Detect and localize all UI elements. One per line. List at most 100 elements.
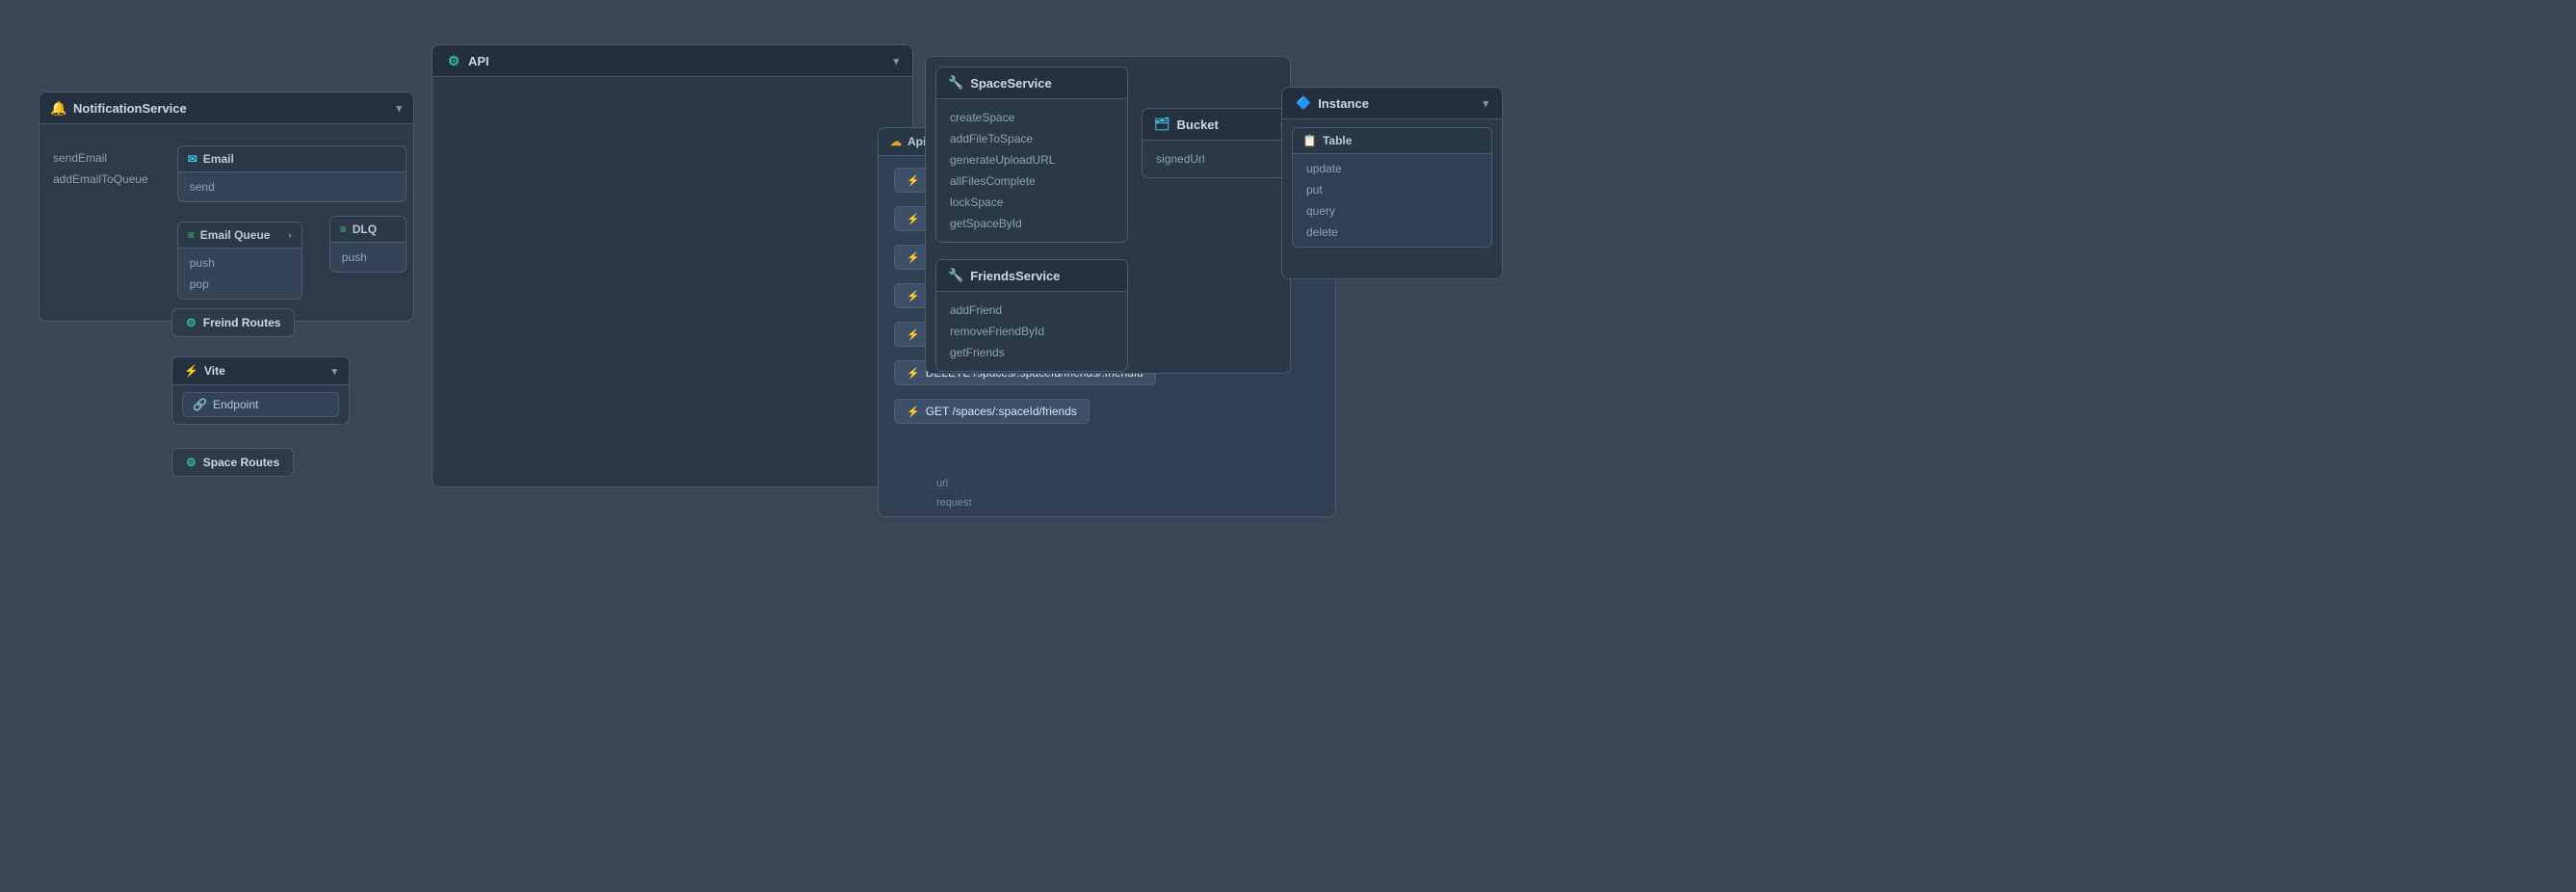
eq-push-row: push: [178, 252, 302, 274]
api-wrapper-title: API: [468, 54, 489, 68]
notification-service-header[interactable]: 🔔 NotificationService ▾: [39, 92, 413, 124]
table-title: Table: [1323, 134, 1352, 147]
add-friend-row: addFriend: [936, 300, 1127, 321]
dlq-title: DLQ: [353, 223, 377, 236]
friends-service-header[interactable]: 🔧 FriendsService: [936, 260, 1127, 292]
api-inner-icon: ☁: [890, 135, 902, 148]
api-wrapper-node: ⚙ API ▾ ☁ Api ▾ ⚡ POST /spaces: [432, 44, 913, 487]
query-row: query: [1293, 200, 1491, 222]
bucket-body: signedUrl: [1143, 141, 1295, 177]
email-queue-header[interactable]: ≡ Email Queue ›: [178, 223, 302, 249]
generate-url-row: generateUploadURL: [936, 149, 1127, 171]
get-space-row: getSpaceById: [936, 213, 1127, 234]
email-icon: ✉: [188, 152, 197, 166]
method-get-friends[interactable]: ⚡ GET /spaces/:spaceId/friends: [894, 399, 1320, 424]
friends-service-body: addFriend removeFriendById getFriends: [936, 292, 1127, 371]
notification-service-title: NotificationService: [73, 101, 187, 116]
space-routes-node[interactable]: ⚙ Space Routes: [171, 448, 294, 477]
email-queue-expand: ›: [288, 230, 291, 241]
vite-title: Vite: [204, 364, 225, 378]
bucket-node: 🗂 Bucket › signedUrl: [1142, 108, 1296, 178]
remove-friend-row: removeFriendById: [936, 321, 1127, 342]
dlq-subnode: ≡ DLQ push: [329, 216, 407, 273]
space-service-header[interactable]: 🔧 SpaceService: [936, 67, 1127, 99]
freind-routes-node[interactable]: ⚙ Freind Routes: [171, 308, 295, 337]
api-wrapper-icon: ⚙: [446, 53, 461, 68]
instance-header[interactable]: 🔷 Instance ▾: [1282, 88, 1502, 119]
endpoint-button[interactable]: 🔗 Endpoint: [182, 392, 339, 417]
table-subnode: 📋 Table update put query delete: [1292, 127, 1492, 248]
bolt-icon-1: ⚡: [907, 174, 920, 187]
bucket-title: Bucket: [1177, 118, 1219, 132]
dlq-header[interactable]: ≡ DLQ: [330, 217, 406, 243]
email-queue-title: Email Queue: [200, 228, 271, 242]
bucket-header[interactable]: 🗂 Bucket ›: [1143, 109, 1295, 141]
vite-chevron: ▾: [331, 365, 337, 378]
signed-url-row: signedUrl: [1143, 148, 1295, 170]
eq-pop-row: pop: [178, 274, 302, 295]
email-subnode-body: send: [178, 172, 406, 201]
bolt-icon-2: ⚡: [907, 213, 920, 225]
space-service-node: 🔧 SpaceService createSpace addFileToSpac…: [935, 66, 1128, 243]
lock-space-row: lockSpace: [936, 192, 1127, 213]
vite-header[interactable]: ⚡ Vite ▾: [172, 357, 349, 385]
table-methods: update put query delete: [1293, 154, 1491, 247]
request-label: request: [936, 497, 972, 509]
services-wrapper: 🔧 SpaceService createSpace addFileToSpac…: [925, 56, 1291, 374]
api-wrapper-chevron: ▾: [893, 55, 899, 67]
method-get-friends-label: GET /spaces/:spaceId/friends: [926, 405, 1077, 418]
instance-chevron: ▾: [1483, 97, 1488, 110]
create-space-row: createSpace: [936, 107, 1127, 128]
notification-service-chevron: ▾: [396, 102, 402, 115]
notification-service-node: 🔔 NotificationService ▾ sendEmail addEma…: [39, 92, 414, 322]
update-row: update: [1293, 158, 1491, 179]
add-file-row: addFileToSpace: [936, 128, 1127, 149]
table-icon: 📋: [1302, 134, 1317, 147]
bolt-icon-5: ⚡: [907, 328, 920, 341]
email-title: Email: [203, 152, 234, 166]
email-subnode-header[interactable]: ✉ Email: [178, 146, 406, 172]
notification-service-icon: 🔔: [51, 100, 66, 116]
bolt-icon-3: ⚡: [907, 251, 920, 264]
friends-service-title: FriendsService: [970, 269, 1060, 283]
delete-row: delete: [1293, 222, 1491, 243]
api-wrapper-header[interactable]: ⚙ API ▾: [433, 45, 912, 77]
space-routes-title: Space Routes: [203, 456, 279, 469]
space-routes-icon: ⚙: [186, 456, 197, 469]
freind-routes-icon: ⚙: [186, 316, 197, 329]
get-friends-row: getFriends: [936, 342, 1127, 363]
space-service-title: SpaceService: [970, 76, 1052, 91]
instance-icon: 🔷: [1296, 95, 1311, 111]
add-email-field: addEmailToQueue: [53, 172, 148, 186]
dlq-push-row: push: [330, 247, 406, 268]
friends-service-icon: 🔧: [948, 268, 963, 283]
table-subnode-header[interactable]: 📋 Table: [1293, 128, 1491, 154]
space-service-body: createSpace addFileToSpace generateUploa…: [936, 99, 1127, 242]
email-subnode: ✉ Email send: [177, 145, 407, 202]
friends-service-node: 🔧 FriendsService addFriend removeFriendB…: [935, 259, 1128, 372]
canvas: 🔔 NotificationService ▾ sendEmail addEma…: [0, 0, 2576, 892]
send-email-field: sendEmail: [53, 151, 148, 165]
endpoint-label: Endpoint: [213, 398, 258, 411]
endpoint-icon: 🔗: [193, 398, 207, 411]
bolt-icon-4: ⚡: [907, 290, 920, 302]
notification-service-body: sendEmail addEmailToQueue ✉ Email: [39, 124, 413, 321]
all-files-row: allFilesComplete: [936, 171, 1127, 192]
instance-wrapper: 🔷 Instance ▾ 📋 Table update put query de…: [1281, 87, 1503, 279]
dlq-body: push: [330, 243, 406, 272]
email-queue-icon: ≡: [188, 228, 195, 242]
api-inner-title: Api: [907, 135, 926, 148]
bucket-icon: 🗂: [1154, 117, 1170, 132]
vite-icon: ⚡: [184, 364, 198, 378]
vite-node: ⚡ Vite ▾ 🔗 Endpoint: [171, 356, 350, 425]
bolt-icon-7: ⚡: [907, 406, 920, 418]
freind-routes-title: Freind Routes: [203, 316, 281, 329]
email-queue-subnode: ≡ Email Queue › push pop: [177, 222, 302, 300]
put-row: put: [1293, 179, 1491, 200]
space-service-icon: 🔧: [948, 75, 963, 91]
instance-title: Instance: [1318, 96, 1369, 111]
dlq-icon: ≡: [340, 223, 347, 236]
email-send-row: send: [178, 176, 406, 197]
email-queue-body: push pop: [178, 249, 302, 299]
url-label: url: [936, 478, 948, 489]
